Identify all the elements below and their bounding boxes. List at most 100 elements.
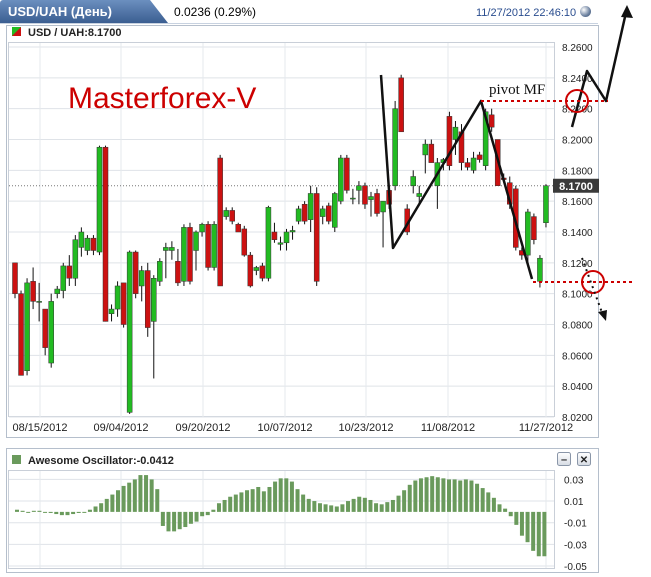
oscillator-bar xyxy=(144,475,149,512)
oscillator-bar xyxy=(110,494,115,512)
main-x-tick-label: 10/07/2012 xyxy=(257,422,312,434)
oscillator-bar xyxy=(250,489,255,512)
oscillator-bar xyxy=(441,478,446,512)
oscillator-bar xyxy=(418,478,423,512)
candle xyxy=(102,145,109,322)
oscillator-bar xyxy=(71,511,76,515)
oscillator-bar xyxy=(351,498,356,512)
main-y-tick-label: 8.2600 xyxy=(562,43,593,54)
oscillator-bar xyxy=(43,511,48,513)
oscillator-bar xyxy=(301,494,306,512)
main-x-tick-label: 08/15/2012 xyxy=(12,422,67,434)
oscillator-bar xyxy=(54,511,59,515)
candle xyxy=(392,100,398,191)
oscillator-label: Awesome Oscillator:-0.0412 xyxy=(28,455,174,467)
candle xyxy=(187,222,193,285)
minimize-icon: – xyxy=(561,454,567,466)
oscillator-bar xyxy=(503,508,508,512)
oscillator-bar xyxy=(519,511,524,536)
main-y-tick-label: 8.0800 xyxy=(562,321,593,332)
oscillator-bar xyxy=(200,511,205,517)
oscillator-bar xyxy=(525,511,530,543)
oscillator-bar xyxy=(26,511,31,513)
oscillator-bar xyxy=(273,481,278,512)
oscillator-bar xyxy=(177,511,182,530)
candle xyxy=(344,154,350,194)
oscillator-bar xyxy=(447,479,452,512)
arrow-down-icon xyxy=(598,310,607,321)
candle xyxy=(211,221,217,271)
oscillator-bar xyxy=(334,506,339,512)
oscillator-bar xyxy=(172,511,177,532)
oscillator-bar xyxy=(132,479,137,512)
oscillator-y-tick-label: -0.05 xyxy=(564,562,587,573)
oscillator-bar xyxy=(284,478,289,512)
main-y-tick-label: 8.0400 xyxy=(562,382,593,393)
oscillator-bar xyxy=(127,482,132,512)
oscillator-bar xyxy=(15,509,19,512)
oscillator-bar xyxy=(542,511,547,557)
oscillator-bar xyxy=(76,511,81,513)
oscillator-bar xyxy=(93,506,98,512)
candle xyxy=(24,278,30,376)
oscillator-bar xyxy=(138,475,143,512)
oscillator-bar xyxy=(390,499,395,512)
oscillator-bar xyxy=(323,504,328,512)
oscillator-bar xyxy=(413,480,418,512)
candle xyxy=(12,262,18,299)
oscillator-bar xyxy=(59,511,64,516)
oscillator-bar xyxy=(289,481,294,512)
oscillator-bar xyxy=(480,488,485,512)
oscillator-bar xyxy=(379,504,384,512)
oscillator-bar xyxy=(491,497,496,512)
oscillator-bar xyxy=(31,510,36,512)
oscillator-bar xyxy=(430,476,435,512)
oscillator-bar xyxy=(194,511,199,522)
oscillator-y-tick-label: -0.03 xyxy=(564,540,587,551)
main-y-tick-label: 8.0600 xyxy=(562,351,593,362)
oscillator-bar xyxy=(267,486,272,512)
candle xyxy=(217,154,223,287)
arrow-up-icon xyxy=(621,5,633,18)
oscillator-bar xyxy=(306,498,311,512)
oscillator-bar xyxy=(222,499,227,512)
oscillator-bar xyxy=(486,492,491,512)
oscillator-bar xyxy=(82,511,87,513)
chart-canvas: 8.26008.24008.22008.20008.18008.16008.14… xyxy=(6,5,634,573)
oscillator-bar xyxy=(245,490,250,512)
main-x-tick-label: 10/23/2012 xyxy=(338,422,393,434)
oscillator-bar xyxy=(121,485,126,512)
oscillator-bar xyxy=(216,503,221,512)
main-y-tick-label: 8.2000 xyxy=(562,136,593,147)
oscillator-color-icon xyxy=(12,455,21,464)
oscillator-bar xyxy=(396,495,401,512)
oscillator-bar xyxy=(435,477,440,512)
oscillator-bar xyxy=(469,480,474,512)
candle xyxy=(338,154,344,205)
oscillator-y-tick-label: 0.01 xyxy=(564,497,584,508)
minimize-button[interactable]: – xyxy=(557,452,571,467)
oscillator-bar xyxy=(278,478,283,512)
close-icon: ✕ xyxy=(580,455,588,466)
oscillator-bar xyxy=(329,505,334,512)
candle xyxy=(543,184,549,228)
oscillator-bar xyxy=(99,503,104,512)
oscillator-bar xyxy=(239,492,244,512)
close-button[interactable]: ✕ xyxy=(577,452,591,467)
oscillator-bar xyxy=(317,503,322,512)
oscillator-y-tick-label: -0.01 xyxy=(564,519,587,530)
candle xyxy=(235,222,241,233)
oscillator-bar xyxy=(531,511,536,551)
oscillator-bar xyxy=(362,497,367,512)
oscillator-y-tick-label: 0.03 xyxy=(564,475,584,486)
oscillator-bar xyxy=(149,479,154,512)
oscillator-bar xyxy=(188,511,193,524)
candle xyxy=(120,282,127,328)
candle xyxy=(18,290,24,376)
candle xyxy=(398,74,404,133)
oscillator-bar xyxy=(295,489,300,512)
oscillator-bar xyxy=(497,504,502,512)
oscillator-bar xyxy=(65,511,70,516)
oscillator-bar xyxy=(368,499,373,512)
oscillator-bar xyxy=(20,510,25,512)
